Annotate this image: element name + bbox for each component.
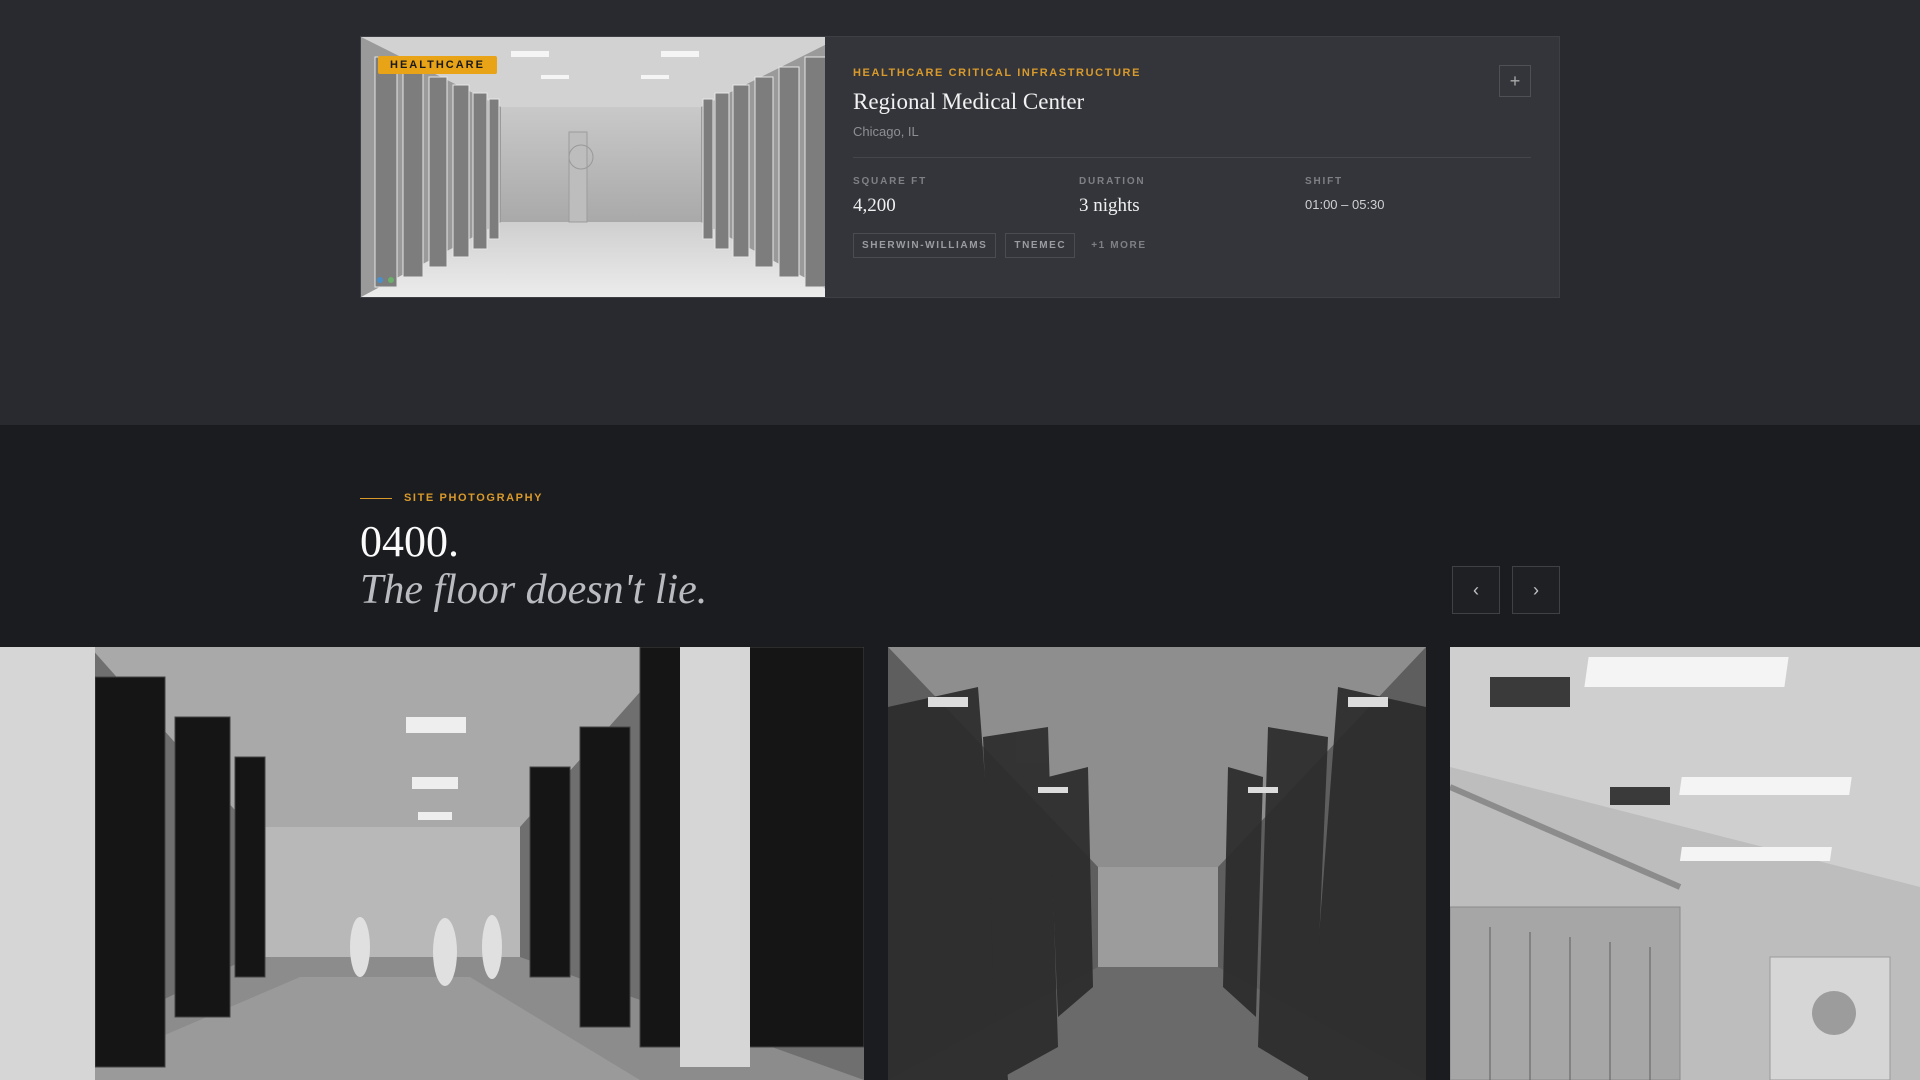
carousel-dots [377,277,394,283]
project-card[interactable]: HEALTHCARE HEALTHCARE CRITICAL INFRASTRU… [360,36,1560,298]
project-location: Chicago, IL [853,124,919,139]
project-category-label: HEALTHCARE CRITICAL INFRASTRUCTURE [853,67,1142,79]
stat-value: 4,200 [853,195,896,216]
projects-section: HEALTHCARE HEALTHCARE CRITICAL INFRASTRU… [0,0,1920,425]
stat-value: 01:00 – 05:30 [1305,197,1385,212]
chevron-left-icon: ‹ [1473,579,1479,600]
carousel-dot[interactable] [388,277,394,283]
stat-label: SHIFT [1305,176,1343,187]
corridor-photo-image [361,37,825,297]
clean-room-photo-image [1450,647,1920,1080]
plus-icon: + [1509,70,1521,91]
section-eyebrow: SITE PHOTOGRAPHY [360,492,543,504]
eyebrow-line [360,497,392,499]
gallery-photo-1[interactable] [0,647,864,1080]
tag-tnemec[interactable]: TNEMEC [1005,233,1076,258]
server-cleaning-photo-image [0,647,864,1080]
stat-square-ft: SQUARE FT 4,200 [853,176,1079,217]
chevron-right-icon: › [1533,579,1539,600]
section-subheading: The floor doesn't lie. [360,567,708,613]
stat-label: DURATION [1079,176,1146,187]
covered-racks-photo-image [888,647,1426,1080]
project-photo[interactable]: HEALTHCARE [361,37,825,297]
carousel-dot[interactable] [377,277,383,283]
details-divider [853,157,1531,158]
project-details: HEALTHCARE CRITICAL INFRASTRUCTURE Regio… [825,37,1559,297]
category-badge: HEALTHCARE [378,56,497,74]
tag-sherwin-williams[interactable]: SHERWIN-WILLIAMS [853,233,997,258]
section-heading: 0400. [360,517,459,566]
stat-label: SQUARE FT [853,176,927,187]
gallery-photo-2[interactable] [888,647,1426,1080]
more-tags-link[interactable]: +1 MORE [1084,240,1146,251]
prev-button[interactable]: ‹ [1452,566,1500,614]
gallery-photo-3[interactable] [1450,647,1920,1080]
expand-button[interactable]: + [1499,65,1531,97]
next-button[interactable]: › [1512,566,1560,614]
product-tags: SHERWIN-WILLIAMS TNEMEC +1 MORE [853,233,1531,258]
section-eyebrow-text: SITE PHOTOGRAPHY [404,492,544,504]
project-stats: SQUARE FT 4,200 DURATION 3 nights SHIFT … [853,176,1531,217]
project-title: Regional Medical Center [853,89,1085,114]
stat-value: 3 nights [1079,195,1140,216]
stat-shift: SHIFT 01:00 – 05:30 [1305,176,1531,217]
stat-duration: DURATION 3 nights [1079,176,1305,217]
